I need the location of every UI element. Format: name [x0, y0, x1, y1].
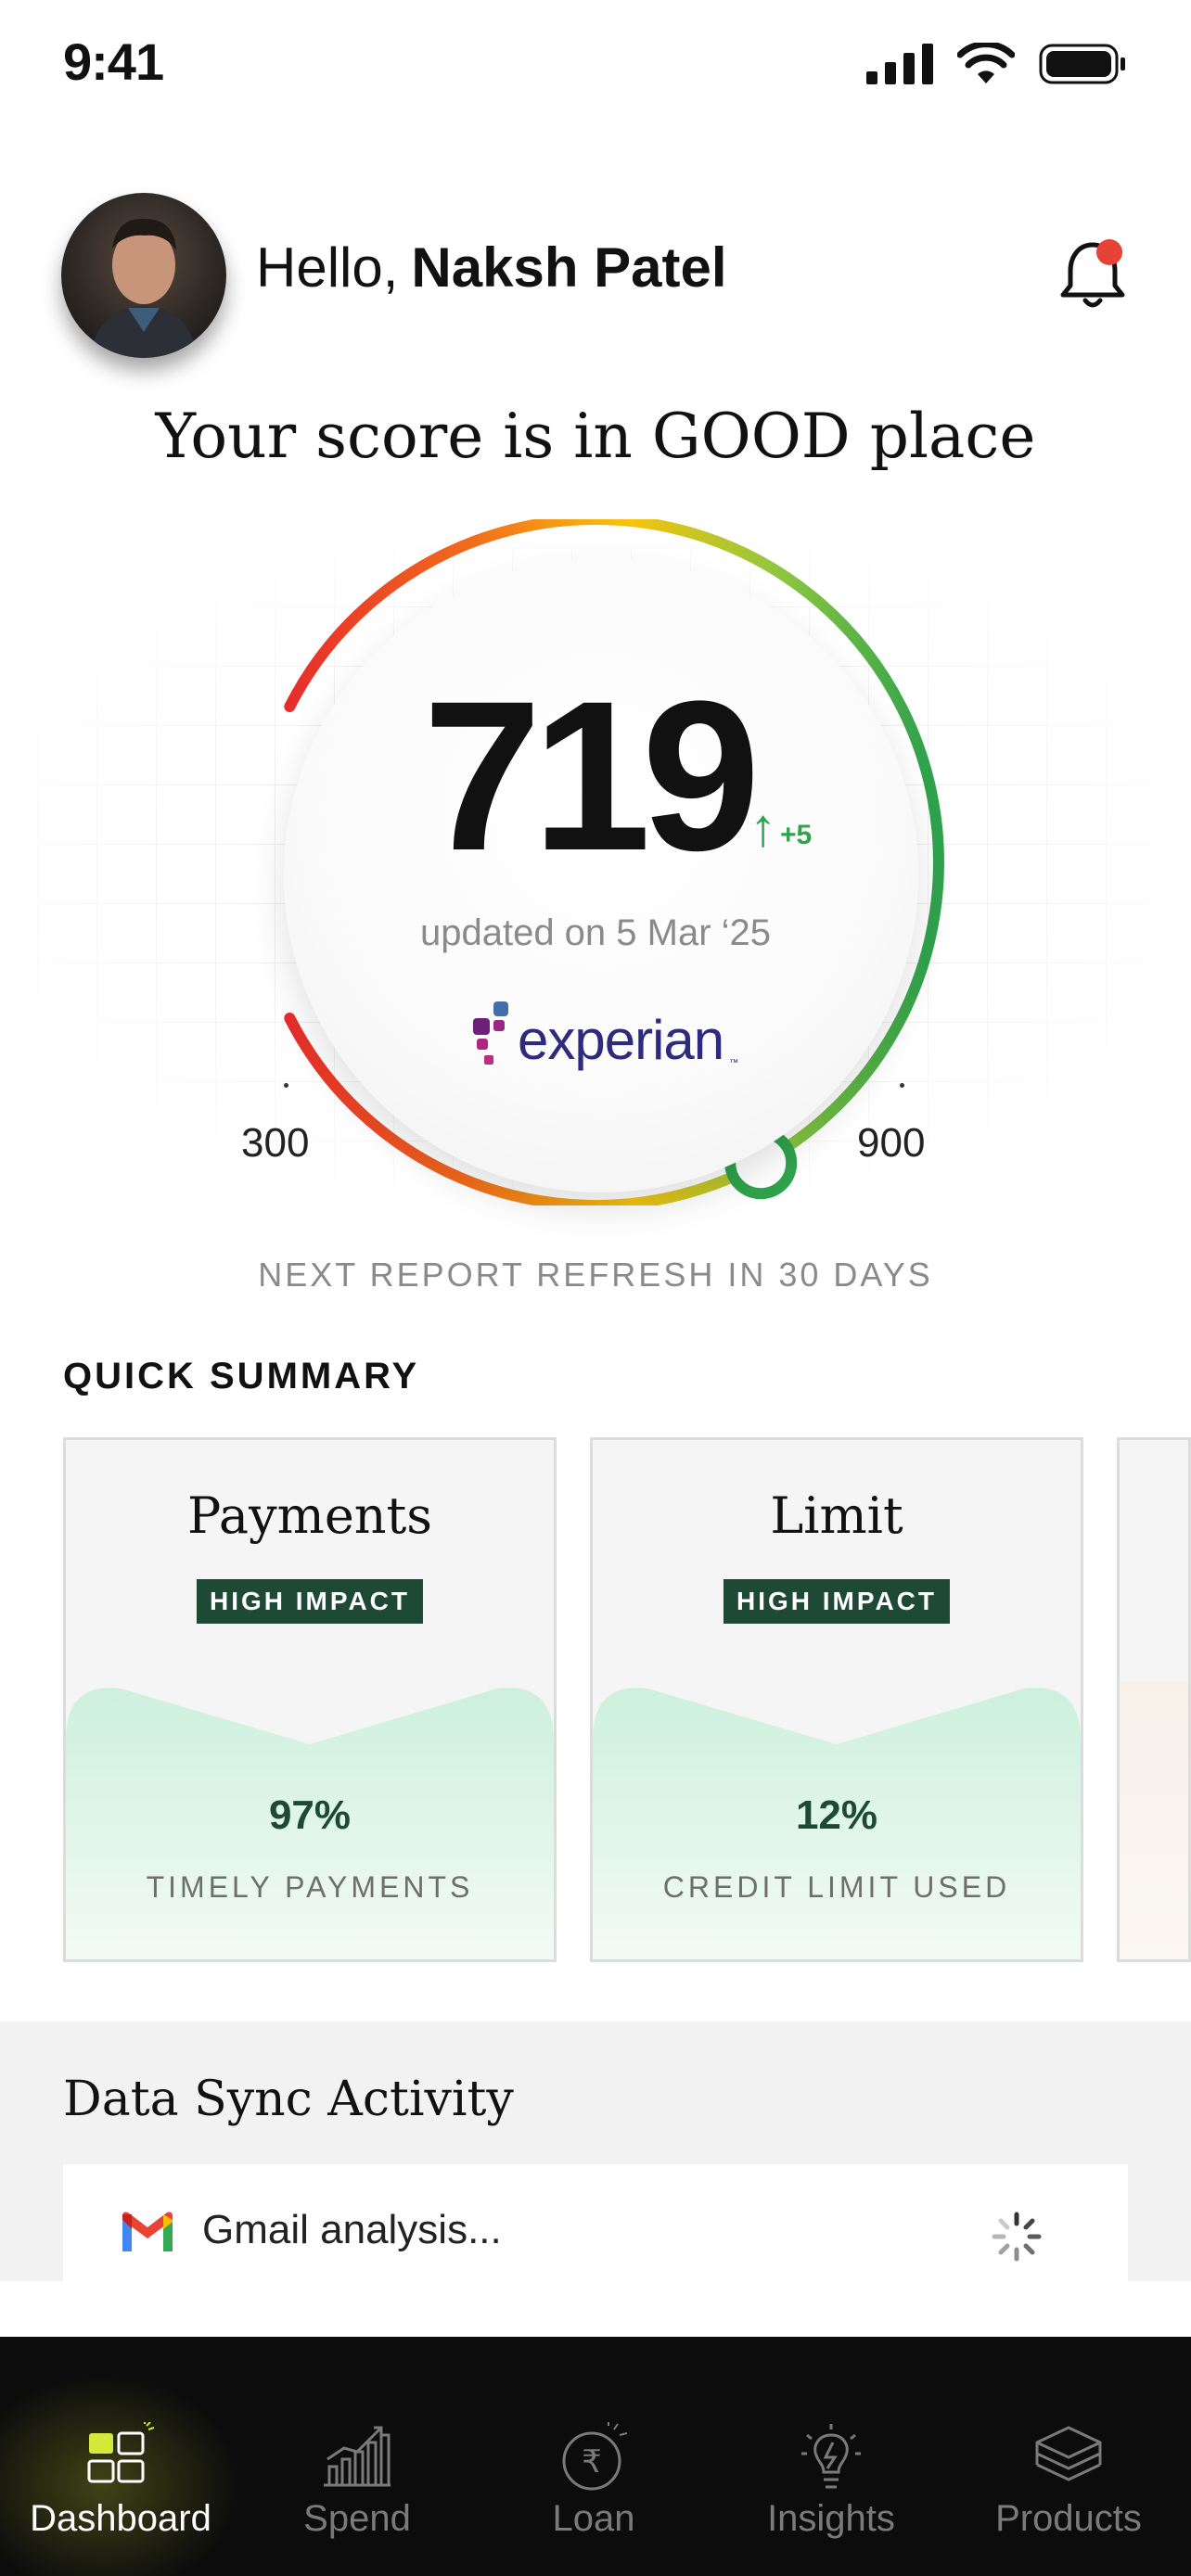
- status-time: 9:41: [63, 32, 164, 91]
- experian-wordmark: experian: [518, 1008, 724, 1071]
- nav-label: Dashboard: [30, 2498, 211, 2539]
- nav-item-products[interactable]: Products: [957, 2422, 1180, 2540]
- impact-badge: HIGH IMPACT: [723, 1579, 951, 1624]
- status-icons: [866, 43, 1126, 85]
- gmail-icon: [122, 2212, 173, 2251]
- experian-dots-icon: [473, 1001, 508, 1065]
- summary-card-payments[interactable]: Payments HIGH IMPACT 97% TIMELY PAYMENTS: [63, 1437, 557, 1962]
- data-sync-section: Data Sync Activity Gmail analysis...: [0, 2021, 1191, 2281]
- loading-spinner-icon: [992, 2212, 1042, 2262]
- card-title: Limit: [770, 1486, 903, 1545]
- score-updated-date: updated on 5 Mar ‘25: [419, 912, 772, 953]
- sync-item-gmail[interactable]: Gmail analysis...: [63, 2164, 1128, 2281]
- card-label: CREDIT LIMIT USED: [662, 1870, 1011, 1904]
- user-name: Naksh Patel: [411, 236, 727, 299]
- svg-text:₹: ₹: [582, 2443, 602, 2480]
- summary-card-limit[interactable]: Limit HIGH IMPACT 12% CREDIT LIMIT USED: [590, 1437, 1083, 1962]
- notification-dot: [1096, 239, 1122, 265]
- nav-label: Loan: [552, 2498, 635, 2539]
- quick-summary-title: QUICK SUMMARY: [63, 1356, 420, 1396]
- products-icon: [1035, 2426, 1102, 2481]
- avatar-image: [89, 218, 198, 358]
- spend-icon: [324, 2426, 391, 2487]
- bottom-navigation: Dashboard Spend ₹ Loan Insights Products: [0, 2337, 1191, 2576]
- wifi-icon: [957, 43, 1015, 83]
- greeting: Hello, Naksh Patel: [256, 236, 727, 300]
- nav-item-dashboard[interactable]: Dashboard: [9, 2422, 232, 2540]
- sync-item-label: Gmail analysis...: [202, 2207, 502, 2252]
- dashboard-icon: [87, 2422, 155, 2483]
- card-value: 97%: [268, 1792, 352, 1838]
- loan-icon: ₹: [562, 2422, 628, 2491]
- battery-icon: [1039, 44, 1125, 84]
- experian-logo: experian ™: [471, 998, 738, 1081]
- notification-bell-icon[interactable]: [1056, 232, 1130, 315]
- insights-icon: [801, 2424, 861, 2489]
- score-delta: ↑ +5: [749, 801, 812, 855]
- cellular-signal-icon: [866, 44, 933, 84]
- nav-item-loan[interactable]: ₹ Loan: [482, 2422, 705, 2540]
- card-wave-background: [1120, 1681, 1188, 1959]
- score-range-min: 300: [241, 1120, 310, 1166]
- score-headline: Your score is in GOOD place: [155, 401, 1036, 472]
- summary-card-partial[interactable]: [1117, 1437, 1191, 1962]
- card-label: TIMELY PAYMENTS: [146, 1870, 474, 1904]
- nav-label: Products: [995, 2498, 1142, 2539]
- status-bar: 9:41: [0, 0, 1191, 130]
- experian-trademark: ™: [729, 1058, 739, 1068]
- card-value: 12%: [795, 1792, 878, 1838]
- nav-label: Insights: [767, 2498, 895, 2539]
- avatar[interactable]: [61, 193, 226, 358]
- nav-item-insights[interactable]: Insights: [720, 2422, 942, 2540]
- report-refresh-note: NEXT REPORT REFRESH IN 30 DAYS: [258, 1256, 933, 1294]
- nav-label: Spend: [303, 2498, 411, 2539]
- data-sync-title: Data Sync Activity: [63, 2072, 514, 2127]
- greeting-prefix: Hello,: [256, 236, 399, 299]
- range-max-tick: [900, 1083, 904, 1088]
- nav-item-spend[interactable]: Spend: [246, 2422, 468, 2540]
- score-value: 719: [423, 657, 761, 895]
- score-delta-value: +5: [780, 820, 813, 850]
- arrow-up-icon: ↑: [749, 797, 776, 858]
- score-range-max: 900: [857, 1120, 926, 1166]
- range-min-tick: [284, 1083, 288, 1088]
- card-title: Payments: [187, 1486, 432, 1545]
- impact-badge: HIGH IMPACT: [196, 1579, 424, 1624]
